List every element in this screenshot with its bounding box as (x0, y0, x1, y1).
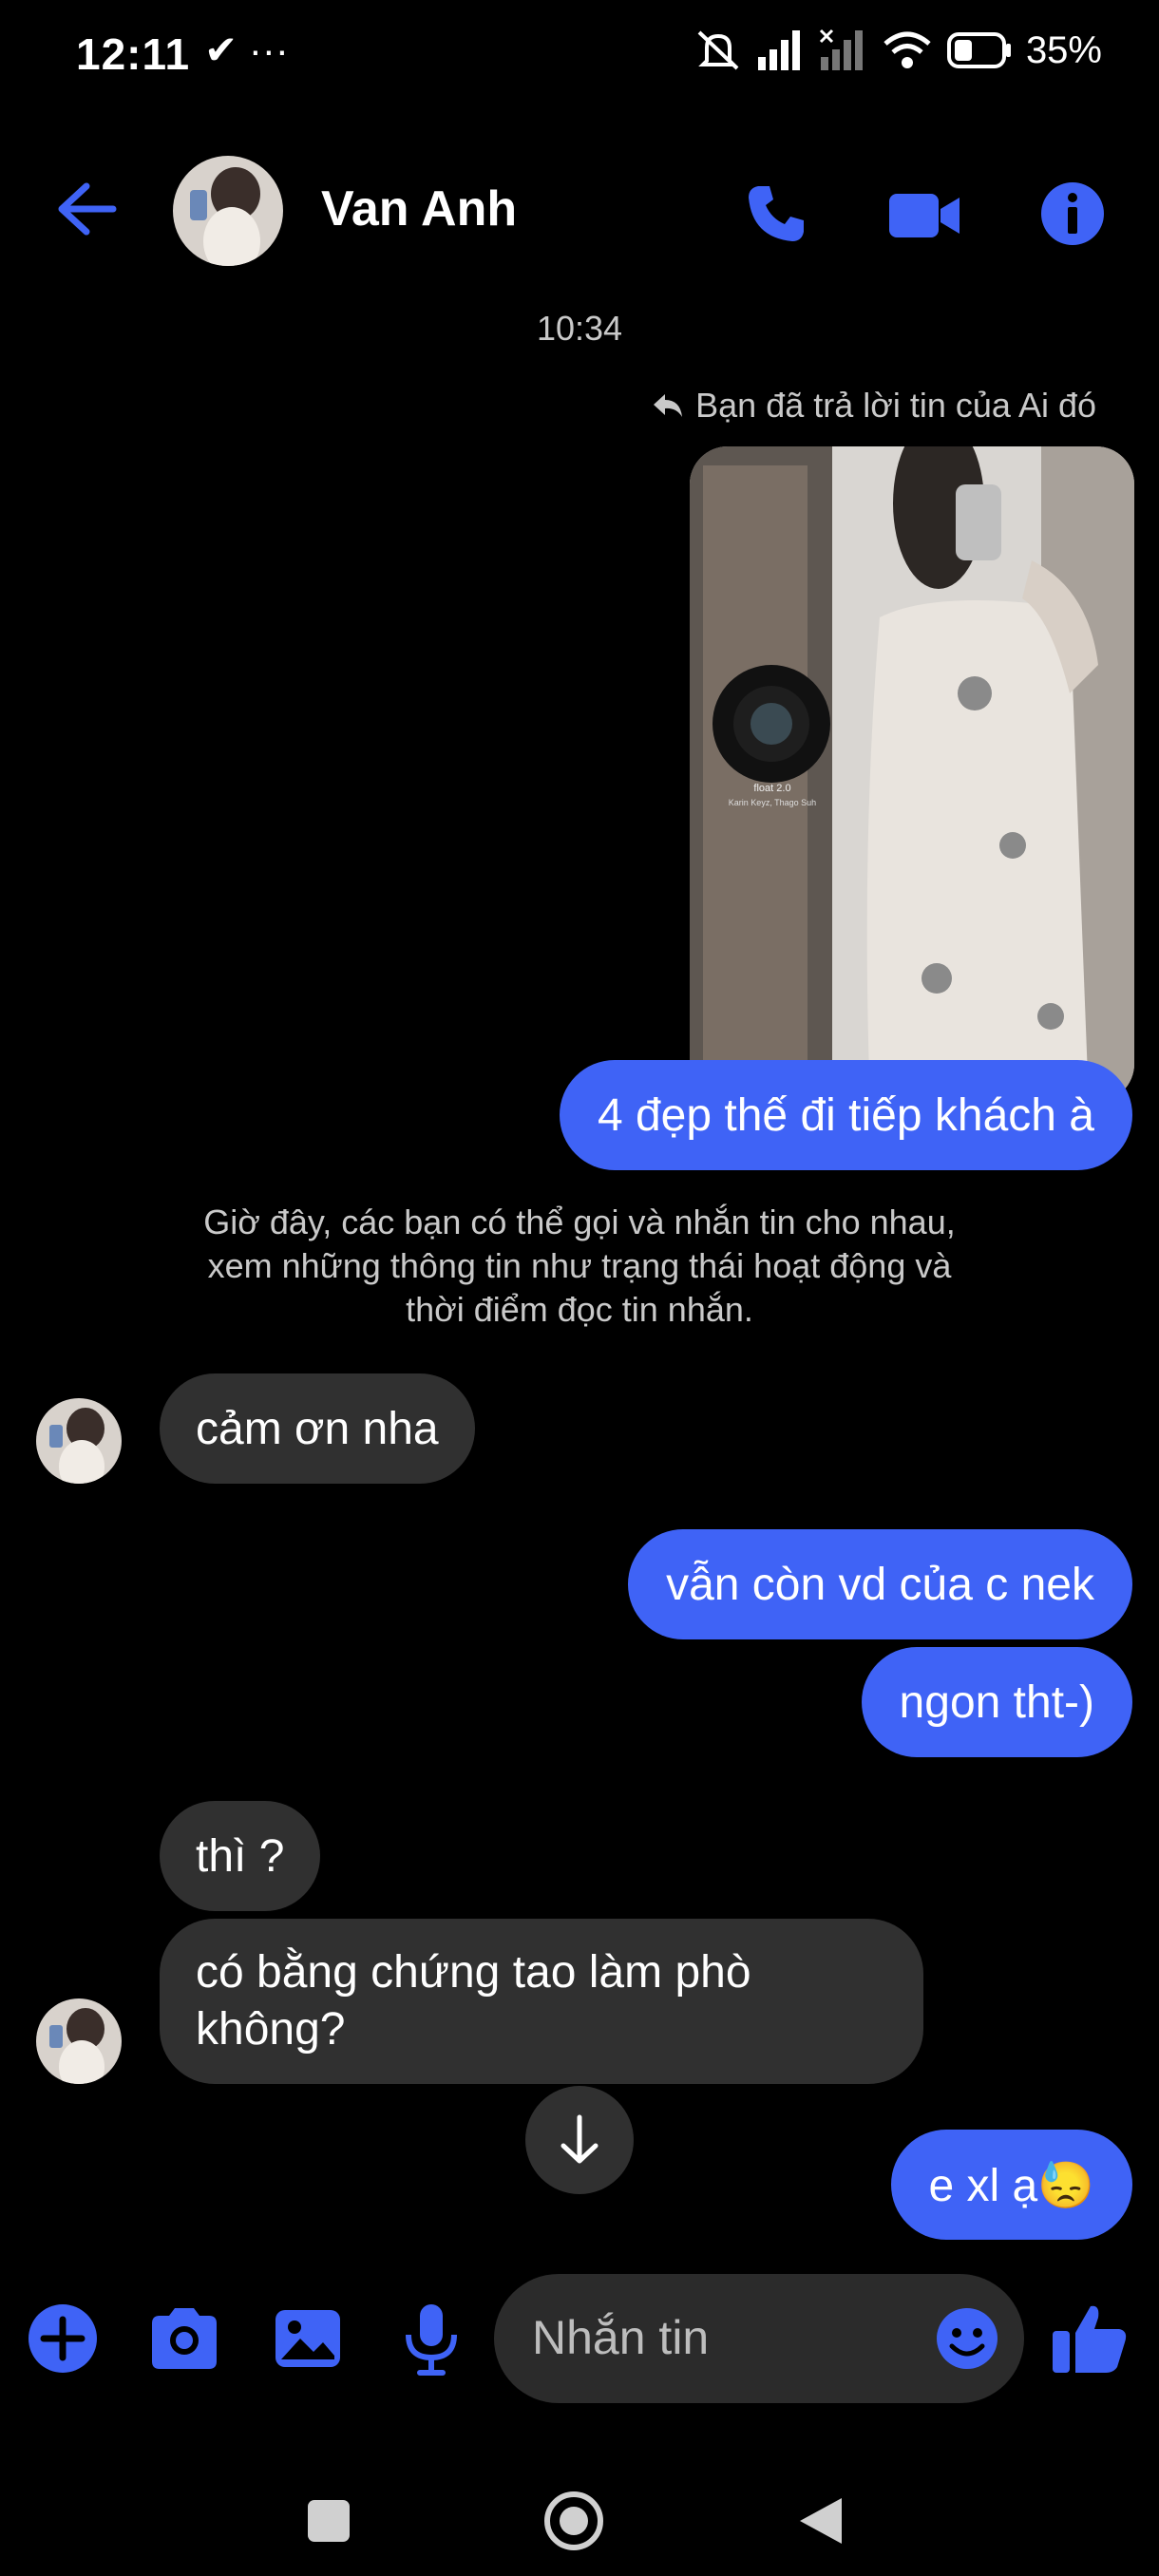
info-icon[interactable] (1039, 180, 1106, 247)
back-arrow-icon[interactable] (52, 180, 119, 237)
system-notice-line: Giờ đây, các bạn có thể gọi và nhắn tin … (203, 1203, 956, 1241)
plus-icon[interactable] (25, 2301, 101, 2377)
video-icon[interactable] (887, 182, 963, 249)
chat-header: Van Anh (0, 142, 1159, 285)
no-signal-icon (819, 28, 863, 70)
message-bubble-received[interactable]: thì ? (160, 1801, 321, 1911)
system-notice-line: thời điểm đọc tin nhắn. (406, 1290, 753, 1329)
contact-name[interactable]: Van Anh (321, 180, 517, 237)
wifi-icon (884, 31, 931, 68)
recents-button[interactable] (306, 2498, 352, 2544)
back-button[interactable] (794, 2494, 846, 2548)
like-icon[interactable] (1049, 2297, 1130, 2378)
message-line: không? (196, 2004, 346, 2055)
reply-note: Bạn đã trả lời tin của Ai đó (652, 386, 1096, 426)
system-nav-bar (0, 2432, 1159, 2576)
message-bubble-sent[interactable]: ngon tht-) (861, 1647, 1132, 1757)
mute-icon (697, 30, 739, 70)
status-time: 12:11 (76, 29, 191, 79)
camera-icon[interactable] (146, 2301, 222, 2377)
mic-icon[interactable] (393, 2301, 469, 2377)
message-bubble-sent[interactable]: vẫn còn vd của c nek (628, 1529, 1132, 1639)
scroll-to-bottom-button[interactable] (525, 2086, 634, 2194)
message-bubble-sent[interactable]: 4 đẹp thế đi tiếp khách à (559, 1060, 1132, 1170)
message-line: có bằng chứng tao làm phò (196, 1947, 751, 1998)
reply-icon (654, 394, 683, 417)
contact-avatar-small[interactable] (36, 1998, 122, 2084)
song-title: float 2.0 (753, 783, 791, 794)
phone-icon[interactable] (743, 180, 809, 247)
arrow-down-icon (560, 2114, 598, 2164)
system-notice: Giờ đây, các bạn có thể gọi và nhắn tin … (0, 1201, 1159, 1332)
battery-percent: 35% (1025, 28, 1102, 71)
status-bar: 12:11 ✔ ··· 35% (0, 0, 1159, 114)
chat-timestamp: 10:34 (536, 309, 623, 348)
contact-avatar[interactable] (173, 156, 283, 266)
battery-icon (946, 32, 1011, 68)
shared-photo[interactable]: float 2.0 Karin Keyz, Thago Suh (690, 446, 1134, 1102)
status-right-group: 35% (694, 28, 1102, 72)
system-notice-line: xem những thông tin như trạng thái hoạt … (207, 1246, 952, 1285)
message-bubble-received[interactable]: có bằng chứng tao làm phò không? (160, 1919, 923, 2084)
song-artist: Karin Keyz, Thago Suh (728, 798, 817, 807)
signal-icon (757, 30, 800, 70)
home-button[interactable] (543, 2491, 604, 2551)
reply-note-text: Bạn đã trả lời tin của Ai đó (695, 386, 1096, 425)
message-bubble-received[interactable]: cảm ơn nha (160, 1373, 475, 1484)
image-icon[interactable] (270, 2301, 346, 2377)
message-bubble-sent[interactable]: e xl ạ😓 (890, 2130, 1132, 2240)
message-input-placeholder: Nhắn tin (532, 2311, 710, 2364)
contact-avatar-small[interactable] (36, 1398, 122, 1484)
emoji-icon[interactable] (929, 2301, 1005, 2377)
notification-icons: ✔ ··· (204, 28, 289, 72)
